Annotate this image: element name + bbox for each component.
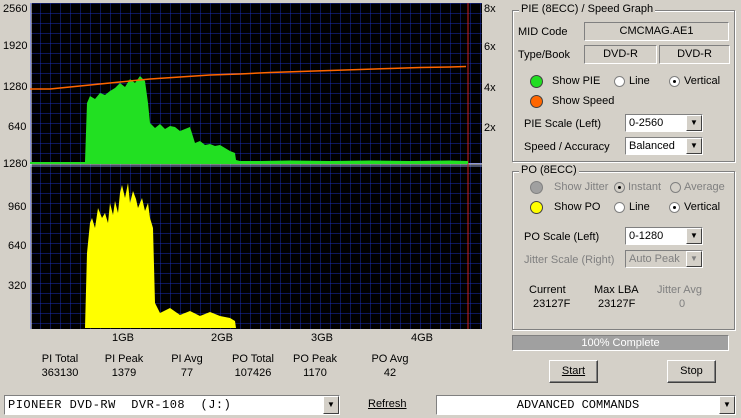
mid-code-label: MID Code xyxy=(518,26,568,38)
stat-pi-total-label: PI Total xyxy=(41,353,79,365)
stat-po-peak-label: PO Peak xyxy=(292,353,338,365)
speed-tick: 4x xyxy=(484,82,496,94)
pie-scale-label: PIE Scale (Left) xyxy=(524,118,602,130)
y-tick: 1920 xyxy=(3,40,28,52)
stat-po-total-value: 107426 xyxy=(234,367,272,379)
po-vertical-label: Vertical xyxy=(684,201,721,213)
commands-value: ADVANCED COMMANDS xyxy=(516,398,640,412)
pie-color-icon xyxy=(530,75,543,88)
stat-po-avg-value: 42 xyxy=(383,367,397,379)
start-button[interactable]: Start xyxy=(549,360,598,383)
jitter-instant-label: Instant xyxy=(628,181,662,193)
progress-text: 100% Complete xyxy=(581,337,660,349)
jitter-instant-radio xyxy=(614,182,625,193)
chevron-down-icon: ▼ xyxy=(686,251,702,267)
book-type-value: DVD-R xyxy=(659,45,730,64)
jitter-average-radio xyxy=(670,182,681,193)
y-tick: 960 xyxy=(8,201,27,213)
show-pie-label[interactable]: Show PIE xyxy=(552,75,600,87)
jitter-avg-label: Jitter Avg xyxy=(657,284,703,296)
mid-code-value: CMCMAG.AE1 xyxy=(584,22,729,41)
start-button-label: Start xyxy=(561,365,586,377)
y-tick: 2560 xyxy=(3,3,28,15)
drive-value: PIONEER DVD-RW DVR-108 (J:) xyxy=(8,398,232,412)
pie-line-label: Line xyxy=(629,75,650,87)
pie-line-radio[interactable] xyxy=(614,76,625,87)
y-tick: 640 xyxy=(8,121,27,133)
refresh-label: Refresh xyxy=(368,398,407,410)
pie-vertical-radio[interactable] xyxy=(669,76,680,87)
show-jitter-label: Show Jitter xyxy=(554,181,609,193)
max-lba-value: 23127F xyxy=(598,298,636,310)
current-label: Current xyxy=(529,284,566,296)
stop-button[interactable]: Stop xyxy=(667,360,716,383)
current-value: 23127F xyxy=(533,298,571,310)
y-tick: 320 xyxy=(8,280,27,292)
jitter-scale-value: Auto Peak xyxy=(629,253,680,265)
graph-canvas xyxy=(30,3,482,329)
y-tick: 1280 xyxy=(3,81,28,93)
speed-accuracy-label: Speed / Accuracy xyxy=(524,141,610,153)
show-speed-label[interactable]: Show Speed xyxy=(552,95,614,107)
chevron-down-icon[interactable]: ▼ xyxy=(686,115,702,131)
type-book-label: Type/Book xyxy=(518,49,570,61)
speed-accuracy-select[interactable]: Balanced ▼ xyxy=(625,137,703,155)
stat-pi-peak-label: PI Peak xyxy=(104,353,144,365)
pie-vertical-label: Vertical xyxy=(684,75,721,87)
commands-select[interactable]: ADVANCED COMMANDS ▼ xyxy=(436,395,736,415)
pie-scale-select[interactable]: 0-2560 ▼ xyxy=(625,114,703,132)
speed-tick: 8x xyxy=(484,3,496,15)
stat-po-peak-value: 1170 xyxy=(303,367,327,379)
x-tick: 3GB xyxy=(311,332,334,344)
x-tick: 2GB xyxy=(211,332,234,344)
chevron-down-icon[interactable]: ▼ xyxy=(686,138,702,154)
drive-select[interactable]: PIONEER DVD-RW DVR-108 (J:) ▼ xyxy=(4,395,340,415)
y-tick: 640 xyxy=(8,240,27,252)
stat-pi-total-value: 363130 xyxy=(41,367,79,379)
po-color-icon xyxy=(530,201,543,214)
chevron-down-icon[interactable]: ▼ xyxy=(323,396,339,414)
po-group-title: PO (8ECC) xyxy=(519,164,579,176)
disc-type-value: DVD-R xyxy=(584,45,657,64)
jitter-scale-label: Jitter Scale (Right) xyxy=(524,254,615,266)
po-line-radio[interactable] xyxy=(614,202,625,213)
speed-color-icon xyxy=(530,95,543,108)
max-lba-label: Max LBA xyxy=(594,284,639,296)
po-scale-value: 0-1280 xyxy=(629,230,664,242)
chevron-down-icon[interactable]: ▼ xyxy=(686,228,702,244)
po-line-label: Line xyxy=(629,201,650,213)
speed-tick: 2x xyxy=(484,122,496,134)
pie-group-title: PIE (8ECC) / Speed Graph xyxy=(519,3,656,15)
stat-po-total-label: PO Total xyxy=(232,353,274,365)
stat-pi-peak-value: 1379 xyxy=(111,367,137,379)
chevron-down-icon[interactable]: ▼ xyxy=(719,396,735,414)
stat-po-avg-label: PO Avg xyxy=(371,353,409,365)
jitter-avg-value: 0 xyxy=(679,298,686,310)
speed-tick: 6x xyxy=(484,41,496,53)
speed-accuracy-value: Balanced xyxy=(629,140,675,152)
jitter-average-label: Average xyxy=(684,181,725,193)
po-scale-select[interactable]: 0-1280 ▼ xyxy=(625,227,703,245)
x-tick: 1GB xyxy=(112,332,135,344)
po-vertical-radio[interactable] xyxy=(669,202,680,213)
y-tick: 1280 xyxy=(3,158,28,170)
show-po-label[interactable]: Show PO xyxy=(554,201,600,213)
pie-scale-value: 0-2560 xyxy=(629,117,664,129)
jitter-scale-select: Auto Peak ▼ xyxy=(625,250,703,268)
x-tick: 4GB xyxy=(411,332,434,344)
po-scale-label: PO Scale (Left) xyxy=(524,231,600,243)
stop-button-label: Stop xyxy=(680,365,703,377)
stat-pi-avg-label: PI Avg xyxy=(171,353,203,365)
refresh-link[interactable]: Refresh xyxy=(368,398,407,410)
jitter-color-icon xyxy=(530,181,543,194)
progress-bar: 100% Complete xyxy=(512,335,729,351)
stat-pi-avg-value: 77 xyxy=(180,367,194,379)
